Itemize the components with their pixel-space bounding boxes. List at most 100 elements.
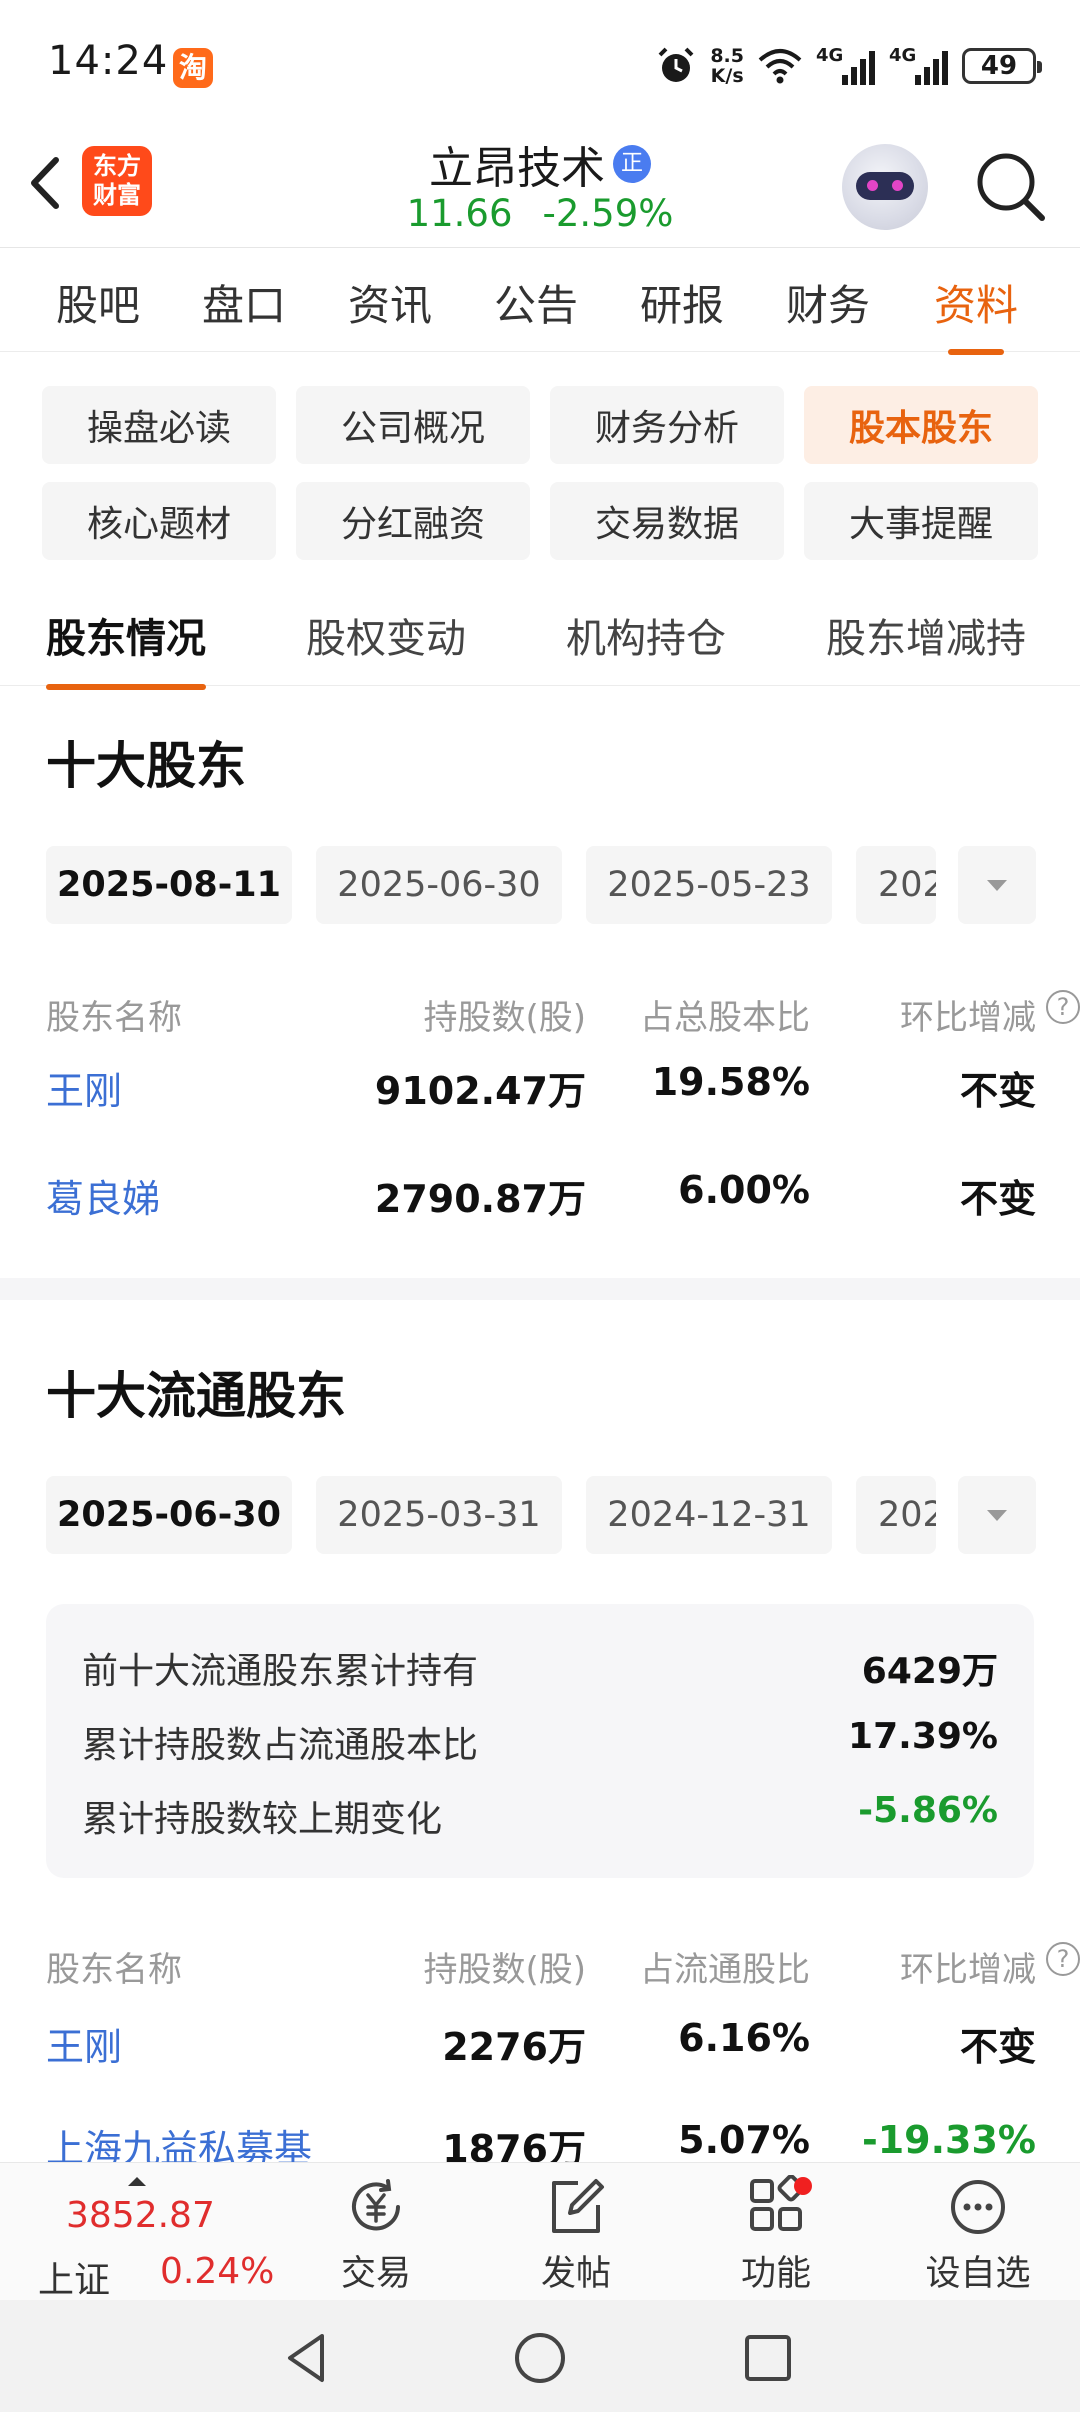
section-title-top10-float: 十大流通股东 [46,1367,346,1425]
net-speed: 8.5 K/s [710,46,744,86]
date-chip[interactable]: 2024-12-31 [586,1476,832,1554]
ai-assistant-robot-icon[interactable] [842,144,928,230]
col-header-name: 股东名称 [46,1950,182,1990]
post-button[interactable]: 发帖 [506,2175,646,2295]
float-summary-card: 前十大流通股东累计持有 6429万 累计持股数占流通股本比 17.39% 累计持… [46,1604,1034,1878]
main-tabs: 股吧 盘口 资讯 公告 研报 财务 资料 [0,248,1080,355]
date-dropdown-chevron-icon[interactable] [958,1476,1036,1554]
status-icons: 8.5 K/s 4G 4G 49 [656,40,1042,92]
nav-recents-icon[interactable] [738,2328,798,2388]
top10-date-selector: 2025-08-11 2025-06-30 2025-05-23 202 [46,846,1036,924]
chip-trading-data[interactable]: 交易数据 [550,482,784,560]
date-chip[interactable]: 2025-06-30 [46,1476,292,1554]
col-header-shares: 持股数(股) [423,998,586,1038]
tab-guba[interactable]: 股吧 [56,272,140,333]
col-header-pct: 占总股本比 [640,998,810,1038]
shareholder-pct: 5.07% [678,2118,810,2162]
shareholder-pct: 19.58% [651,1060,810,1104]
tab-profile[interactable]: 资料 [934,272,1018,355]
shareholder-pct: 6.16% [678,2016,810,2060]
tab-finance[interactable]: 财务 [786,272,870,333]
add-watchlist-label: 设自选 [925,2254,1031,2294]
date-chip[interactable]: 2025-06-30 [316,846,562,924]
tab-announcements[interactable]: 公告 [494,272,578,333]
signal-label-2: 4G [889,45,917,66]
trade-label: 交易 [340,2254,411,2294]
net-speed-value: 8.5 [710,45,744,67]
help-icon[interactable]: ? [1046,990,1080,1024]
summary-value: 17.39% [848,1716,998,1757]
chip-dividends-financing[interactable]: 分红融资 [296,482,530,560]
date-chip[interactable]: 202 [856,846,936,924]
shareholder-shares: 2276万 [442,2025,586,2069]
edit-post-icon [552,2179,604,2233]
add-watchlist-button[interactable]: 设自选 [908,2175,1048,2295]
col-header-pct: 占流通股比 [640,1950,810,1990]
signal-icon-2: 4G [889,45,948,85]
system-nav-bar [0,2300,1080,2412]
index-ticker[interactable]: 3852.87 上证 0.24% [34,2177,274,2301]
tab-pankou[interactable]: 盘口 [202,272,286,333]
subtab-holding-changes[interactable]: 股东增减持 [826,606,1026,664]
functions-button[interactable]: 功能 [706,2175,846,2295]
subtab-equity-changes[interactable]: 股权变动 [306,606,466,664]
date-chip[interactable]: 2025-05-23 [586,846,832,924]
chip-shareholders[interactable]: 股本股东 [804,386,1038,464]
shareholder-pct: 6.00% [678,1168,810,1212]
chip-event-reminders[interactable]: 大事提醒 [804,482,1038,560]
float-date-selector: 2025-06-30 2025-03-31 2024-12-31 202 [46,1476,1036,1554]
shareholder-shares: 9102.47万 [374,1069,586,1113]
shareholder-subtabs: 股东情况 股权变动 机构持仓 股东增减持 [0,594,1080,690]
status-bar: 14:24 淘 8.5 K/s 4G 4G 49 [0,0,1080,130]
date-chip[interactable]: 2025-08-11 [46,846,292,924]
index-pct: 0.24% [160,2251,275,2292]
shareholder-name[interactable]: 王刚 [46,1060,122,1115]
table-row[interactable]: 王刚 2276万 6.16% 不变 [46,2016,1036,2076]
search-icon[interactable] [972,148,1048,224]
shareholder-name[interactable]: 王刚 [46,2016,122,2071]
nav-back-icon[interactable] [278,2328,338,2388]
nav-home-icon[interactable] [510,2328,570,2388]
alarm-icon [658,47,694,82]
shareholder-change: 不变 [959,2025,1036,2069]
summary-row: 累计持股数较上期变化 -5.86% [82,1790,998,1842]
shareholder-change: 不变 [959,1177,1036,1221]
chip-trading-must-read[interactable]: 操盘必读 [42,386,276,464]
summary-value: -5.86% [858,1790,998,1831]
chip-financial-analysis[interactable]: 财务分析 [550,386,784,464]
more-dots-icon [951,2180,1005,2234]
subtab-institutional[interactable]: 机构持仓 [566,606,726,664]
shareholder-shares: 2790.87万 [374,1177,586,1221]
chip-company-overview[interactable]: 公司概况 [296,386,530,464]
date-chip[interactable]: 202 [856,1476,936,1554]
index-name: 上证 [38,2260,111,2301]
date-chip[interactable]: 2025-03-31 [316,1476,562,1554]
col-header-shares: 持股数(股) [423,1950,586,1990]
shareholder-change: -19.33% [861,2118,1036,2162]
stock-header: 东方 财富 立昂技术正 11.66 -2.59% [0,130,1080,248]
float-table-header: 股东名称 持股数(股) 占流通股比 环比增减? [46,1942,1080,1992]
notification-dot [794,2177,812,2195]
post-label: 发帖 [540,2254,611,2294]
summary-row: 累计持股数占流通股本比 17.39% [82,1716,998,1768]
trade-button[interactable]: 交易 [306,2175,446,2295]
help-icon[interactable]: ? [1046,1942,1080,1976]
tab-research[interactable]: 研报 [640,272,724,333]
signal-label: 4G [816,45,844,66]
col-header-change-label: 环比增减 [900,1950,1036,1990]
chip-core-themes[interactable]: 核心题材 [42,482,276,560]
taobao-notification-icon: 淘 [173,48,213,88]
section-divider [0,1278,1080,1300]
battery-icon: 49 [962,48,1042,84]
status-time: 14:24 [48,38,169,84]
table-row[interactable]: 葛良娣 2790.87万 6.00% 不变 [46,1168,1036,1228]
stock-price: 11.66 [406,192,513,235]
section-title-top10: 十大股东 [46,737,246,795]
subtab-shareholders[interactable]: 股东情况 [46,606,206,690]
date-dropdown-chevron-icon[interactable] [958,846,1036,924]
tab-news[interactable]: 资讯 [348,272,432,333]
badge-icon: 正 [613,145,651,183]
table-row[interactable]: 王刚 9102.47万 19.58% 不变 [46,1060,1036,1120]
caret-up-icon [128,2177,146,2186]
shareholder-name[interactable]: 葛良娣 [46,1168,160,1223]
